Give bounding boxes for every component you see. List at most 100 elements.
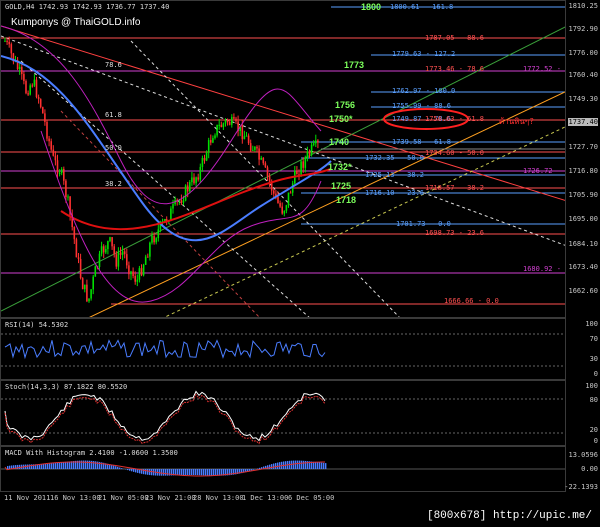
candle-body xyxy=(285,205,288,211)
candle-body xyxy=(277,196,279,204)
stoch-axis-label: 80 xyxy=(589,396,598,404)
candle-body xyxy=(218,124,220,126)
macd-histogram-bar xyxy=(95,461,97,469)
candle-body xyxy=(4,40,6,42)
candle-body xyxy=(79,258,82,279)
macd-histogram-bar xyxy=(29,464,31,469)
rsi-title: RSI(14) 54.5302 xyxy=(5,321,69,329)
price-axis-label: 1695.00 xyxy=(568,215,598,223)
price-axis-label: 1792.90 xyxy=(568,25,598,33)
fib-label: 1755.99 - 88.6 xyxy=(392,102,452,110)
candle-body xyxy=(300,161,302,175)
candle-body xyxy=(31,85,34,87)
candle-body xyxy=(308,151,311,155)
candle-body xyxy=(268,176,271,182)
macd-histogram-bar xyxy=(93,461,95,469)
left-fib-mark: 50.0 xyxy=(105,144,122,152)
candle-body xyxy=(86,284,88,302)
candle-body xyxy=(247,135,250,144)
macd-histogram-bar xyxy=(63,462,65,469)
candle-body xyxy=(189,182,191,192)
candle-body xyxy=(312,143,315,145)
candle-body xyxy=(98,253,101,267)
fib-label: 1732.35 - 50.0 xyxy=(365,154,425,162)
stoch-panel[interactable]: Stoch(14,3,3) 87.1822 80.5520 xyxy=(0,380,566,446)
macd-histogram-bar xyxy=(179,469,181,476)
macd-histogram-bar xyxy=(19,464,21,469)
candle-body xyxy=(163,219,166,221)
macd-histogram-bar xyxy=(91,460,93,469)
candle-body xyxy=(205,152,208,161)
macd-histogram-bar xyxy=(323,462,325,469)
level-label: 1732* xyxy=(328,162,352,172)
stoch-signal-line xyxy=(4,393,326,445)
candle-body xyxy=(195,177,197,184)
candle-body xyxy=(302,161,304,168)
candle-body xyxy=(281,206,283,214)
price-axis-label: 1662.60 xyxy=(568,287,598,295)
price-axis-label: 1737.40 xyxy=(568,118,598,126)
main-chart-panel[interactable]: GOLD,H4 1742.93 1742.93 1736.77 1737.40 … xyxy=(0,0,566,318)
level-label: 1756 xyxy=(335,100,356,110)
candle-body xyxy=(105,249,107,253)
candle-body xyxy=(23,74,25,82)
candle-body xyxy=(75,239,78,258)
candle-body xyxy=(67,196,69,198)
candle-body xyxy=(37,96,40,100)
fib-label: 1734.60 - 50.0 xyxy=(425,149,485,157)
date-label: 6 Dec 05:00 xyxy=(288,494,335,502)
candle-body xyxy=(25,81,27,94)
candle-body xyxy=(132,271,134,276)
macd-histogram-bar xyxy=(113,465,115,469)
candle-body xyxy=(56,160,59,174)
trendline xyxy=(60,110,260,317)
candle-body xyxy=(81,278,84,290)
date-label: 28 Nov 13:00 xyxy=(193,494,244,502)
macd-histogram-bar xyxy=(131,469,133,472)
candle-body xyxy=(107,241,109,250)
macd-histogram-bar xyxy=(117,466,119,469)
candle-body xyxy=(44,113,46,122)
date-label: 1 Dec 13:00 xyxy=(242,494,289,502)
macd-histogram-bar xyxy=(187,469,189,476)
macd-histogram-bar xyxy=(7,465,9,469)
macd-histogram-bar xyxy=(59,462,61,469)
level-label: 1718 xyxy=(336,195,357,205)
candle-body xyxy=(214,135,216,139)
macd-histogram-bar xyxy=(305,460,307,469)
candle-body xyxy=(182,200,185,203)
macd-histogram-bar xyxy=(211,469,213,476)
fib-label: 1762.97 - 100.0 xyxy=(392,87,456,95)
trendline xyxy=(89,91,565,317)
macd-histogram-bar xyxy=(271,464,273,469)
candle-body xyxy=(46,121,48,139)
candle-body xyxy=(262,157,265,164)
fib-label: 1773.46 - 78.6 xyxy=(425,65,485,73)
candle-body xyxy=(191,177,193,183)
left-fib-mark: 78.6 xyxy=(105,61,122,69)
candle-body xyxy=(88,298,90,302)
macd-histogram-bar xyxy=(195,469,197,476)
footer-text: [800x678] http://upic.me/ xyxy=(426,510,592,522)
macd-histogram-bar xyxy=(57,462,59,469)
candle-body xyxy=(264,163,267,168)
candle-body xyxy=(151,235,153,243)
rsi-line xyxy=(4,339,326,360)
macd-histogram-bar xyxy=(49,463,51,469)
macd-histogram-bar xyxy=(299,460,301,469)
level-label: 1740 xyxy=(329,137,350,147)
fib-label-purple: 1772.52 - 61.8 xyxy=(523,65,565,73)
candle-body xyxy=(21,66,23,75)
candle-body xyxy=(60,168,63,173)
candle-body xyxy=(212,138,214,143)
price-axis-label: 1760.40 xyxy=(568,71,598,79)
rsi-panel[interactable]: RSI(14) 54.5302 xyxy=(0,318,566,380)
candle-body xyxy=(33,79,36,86)
fib-label: 1701.73 - 0.0 xyxy=(396,220,451,228)
macd-panel[interactable]: MACD With Histogram 2.4100 -1.0600 1.350… xyxy=(0,446,566,492)
macd-axis-label: 13.0596 xyxy=(568,451,598,459)
candle-body xyxy=(144,256,147,265)
rsi-axis: 100 70 30 0 xyxy=(566,318,600,380)
candle-body xyxy=(226,119,229,123)
candle-body xyxy=(134,275,136,282)
